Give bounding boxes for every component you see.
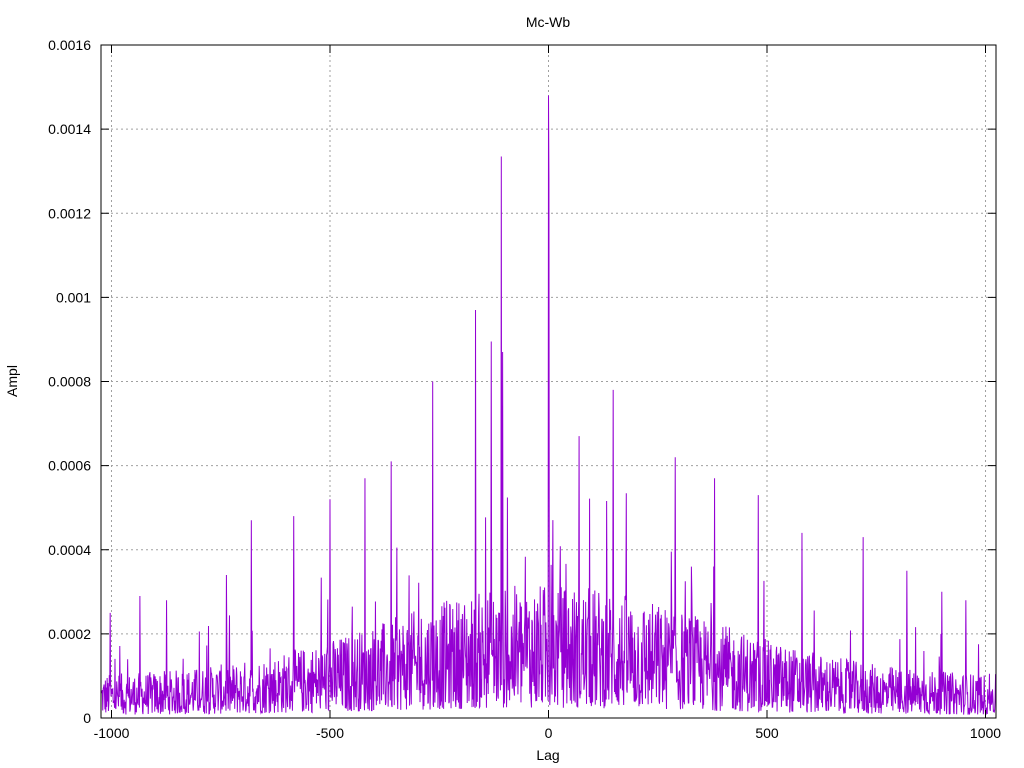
x-tick-label: 1000 <box>970 725 1001 741</box>
chart: Mc-Wb -1000 -500 0 500 1000 0 0.0002 0.0004 0.0… <box>0 0 1024 768</box>
x-tick-label: 500 <box>755 725 779 741</box>
y-tick-label: 0.0006 <box>48 458 91 474</box>
y-axis-label: Ampl <box>4 365 20 397</box>
y-tick-label: 0.0016 <box>48 37 91 53</box>
y-tick-label: 0.0004 <box>48 542 91 558</box>
y-tick-label: 0.0012 <box>48 205 91 221</box>
y-tick-label: 0.0002 <box>48 626 91 642</box>
x-axis-label: Lag <box>536 747 559 763</box>
y-tick-label: 0.0008 <box>48 374 91 390</box>
x-tick-label: 0 <box>545 725 553 741</box>
y-tick-label: 0.0014 <box>48 121 91 137</box>
x-tick-label: -500 <box>316 725 344 741</box>
x-tick-label: -1000 <box>94 725 130 741</box>
y-tick-label: 0 <box>83 710 91 726</box>
y-tick-label: 0.001 <box>56 289 91 305</box>
chart-title: Mc-Wb <box>526 14 571 30</box>
